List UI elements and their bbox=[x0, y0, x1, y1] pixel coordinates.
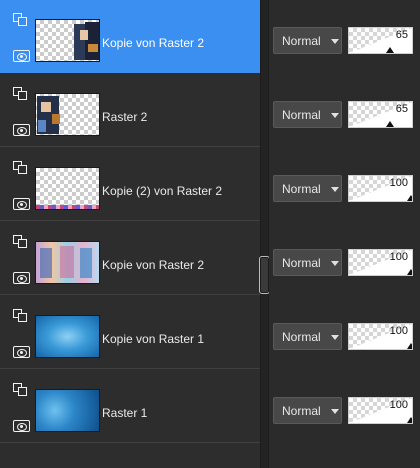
blend-mode-select[interactable]: Normal bbox=[273, 249, 342, 276]
opacity-slider[interactable]: 65 bbox=[348, 27, 413, 54]
layer-group-icon[interactable] bbox=[13, 161, 29, 175]
blend-mode-value: Normal bbox=[282, 108, 321, 122]
layer-name: Raster 1 bbox=[102, 406, 148, 420]
layer-properties-row: Normal 65 bbox=[269, 0, 420, 73]
eye-icon[interactable] bbox=[13, 272, 30, 284]
layer-name: Kopie von Raster 1 bbox=[102, 332, 205, 346]
eye-icon[interactable] bbox=[13, 420, 30, 432]
opacity-marker[interactable] bbox=[407, 343, 412, 349]
layer-row[interactable]: Raster 2 bbox=[0, 74, 260, 147]
layer-thumbnail bbox=[35, 389, 100, 432]
opacity-slider[interactable]: 100 bbox=[348, 397, 413, 424]
layer-row[interactable]: Kopie von Raster 2 bbox=[0, 222, 260, 295]
eye-icon[interactable] bbox=[13, 198, 30, 210]
layer-name: Raster 2 bbox=[102, 110, 148, 124]
opacity-value: 65 bbox=[395, 103, 408, 115]
layer-thumbnail bbox=[35, 241, 100, 284]
opacity-marker[interactable] bbox=[385, 47, 394, 53]
blend-mode-select[interactable]: Normal bbox=[273, 323, 342, 350]
blend-mode-value: Normal bbox=[282, 34, 321, 48]
layer-name: Kopie von Raster 2 bbox=[102, 36, 205, 50]
blend-mode-value: Normal bbox=[282, 256, 321, 270]
layer-group-icon[interactable] bbox=[13, 13, 29, 27]
eye-icon[interactable] bbox=[13, 124, 30, 136]
opacity-marker[interactable] bbox=[407, 269, 412, 275]
chevron-down-icon bbox=[331, 113, 339, 118]
opacity-value: 100 bbox=[389, 251, 408, 263]
layer-name: Kopie (2) von Raster 2 bbox=[102, 184, 223, 198]
layer-properties-row: Normal 100 bbox=[269, 370, 420, 443]
opacity-marker[interactable] bbox=[385, 121, 394, 127]
blend-mode-select[interactable]: Normal bbox=[273, 27, 342, 54]
layer-group-icon[interactable] bbox=[13, 309, 29, 323]
opacity-slider[interactable]: 100 bbox=[348, 323, 413, 350]
opacity-value: 100 bbox=[389, 325, 408, 337]
layer-row[interactable]: Raster 1 bbox=[0, 370, 260, 443]
blend-mode-select[interactable]: Normal bbox=[273, 175, 342, 202]
layer-group-icon[interactable] bbox=[13, 235, 29, 249]
layer-properties: Normal 65 Normal 65 Normal 100 Normal 10… bbox=[269, 0, 420, 468]
opacity-marker[interactable] bbox=[407, 417, 412, 423]
layer-thumbnail bbox=[35, 19, 100, 62]
eye-icon[interactable] bbox=[13, 50, 30, 62]
layer-name: Kopie von Raster 2 bbox=[102, 258, 205, 272]
layer-properties-row: Normal 65 bbox=[269, 74, 420, 147]
chevron-down-icon bbox=[331, 187, 339, 192]
blend-mode-value: Normal bbox=[282, 182, 321, 196]
opacity-slider[interactable]: 65 bbox=[348, 101, 413, 128]
panel-splitter[interactable] bbox=[260, 0, 269, 468]
opacity-marker[interactable] bbox=[407, 195, 412, 201]
blend-mode-select[interactable]: Normal bbox=[273, 101, 342, 128]
layer-row[interactable]: Kopie (2) von Raster 2 bbox=[0, 148, 260, 221]
chevron-down-icon bbox=[331, 261, 339, 266]
chevron-down-icon bbox=[331, 409, 339, 414]
layer-row[interactable]: Kopie von Raster 1 bbox=[0, 296, 260, 369]
layer-properties-row: Normal 100 bbox=[269, 148, 420, 221]
blend-mode-select[interactable]: Normal bbox=[273, 397, 342, 424]
opacity-value: 100 bbox=[389, 399, 408, 411]
blend-mode-value: Normal bbox=[282, 404, 321, 418]
chevron-down-icon bbox=[331, 335, 339, 340]
layer-group-icon[interactable] bbox=[13, 383, 29, 397]
layer-thumbnail bbox=[35, 315, 100, 358]
blend-mode-value: Normal bbox=[282, 330, 321, 344]
opacity-slider[interactable]: 100 bbox=[348, 249, 413, 276]
layer-properties-row: Normal 100 bbox=[269, 296, 420, 369]
layer-properties-row: Normal 100 bbox=[269, 222, 420, 295]
layer-thumbnail bbox=[35, 167, 100, 210]
layer-thumbnail bbox=[35, 93, 100, 136]
opacity-slider[interactable]: 100 bbox=[348, 175, 413, 202]
layer-list: Kopie von Raster 2 Raster 2 Kopie (2) vo… bbox=[0, 0, 260, 468]
layer-group-icon[interactable] bbox=[13, 87, 29, 101]
chevron-down-icon bbox=[331, 39, 339, 44]
opacity-value: 65 bbox=[395, 29, 408, 41]
eye-icon[interactable] bbox=[13, 346, 30, 358]
opacity-value: 100 bbox=[389, 177, 408, 189]
layer-row[interactable]: Kopie von Raster 2 bbox=[0, 0, 260, 73]
